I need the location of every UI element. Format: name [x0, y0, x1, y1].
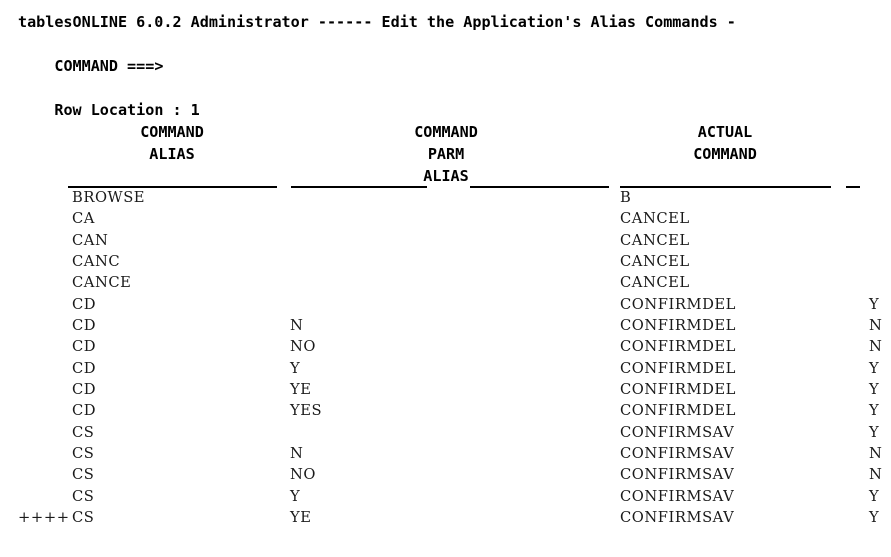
- table-row[interactable]: CS N CONFIRMSAV N: [18, 443, 891, 464]
- cell-command-alias[interactable]: CA: [72, 208, 95, 229]
- cell-command-alias[interactable]: CANC: [72, 251, 120, 272]
- cell-command-alias[interactable]: CD: [72, 379, 96, 400]
- table-row[interactable]: ++++ CS YE CONFIRMSAV Y: [18, 507, 891, 528]
- cell-command-parm-alias[interactable]: YE: [290, 379, 312, 400]
- panel-title-line: tablesONLINE 6.0.2 Administrator ------ …: [18, 13, 736, 31]
- column-header-command-alias: ALIAS: [149, 145, 195, 163]
- cell-actual-command[interactable]: CONFIRMSAV: [620, 486, 734, 507]
- command-prompt-label: COMMAND ===>: [54, 56, 164, 75]
- row-marker: ++++: [18, 509, 70, 527]
- cell-command-alias[interactable]: CS: [72, 464, 94, 485]
- cell-flag[interactable]: Y: [869, 422, 879, 443]
- cell-command-parm-alias[interactable]: N: [290, 315, 303, 336]
- cell-actual-command[interactable]: CONFIRMDEL: [620, 379, 736, 400]
- cell-command-alias[interactable]: CD: [72, 336, 96, 357]
- cell-flag[interactable]: N: [869, 315, 882, 336]
- column-header-line-2: ALIAS PARM COMMAND: [0, 144, 891, 166]
- cell-actual-command[interactable]: CONFIRMDEL: [620, 336, 736, 357]
- cell-actual-command[interactable]: CANCEL: [620, 208, 690, 229]
- table-row[interactable]: CANC CANCEL: [18, 251, 891, 272]
- cell-actual-command[interactable]: CANCEL: [620, 251, 690, 272]
- cell-actual-command[interactable]: CANCEL: [620, 230, 690, 251]
- table-row[interactable]: CS CONFIRMSAV Y: [18, 422, 891, 443]
- cell-command-parm-alias[interactable]: YE: [290, 507, 312, 528]
- cell-command-parm-alias[interactable]: NO: [290, 464, 316, 485]
- cell-command-parm-alias[interactable]: YES: [290, 400, 322, 421]
- column-header-line-1: COMMAND COMMAND ACTUAL: [0, 122, 891, 144]
- table-row[interactable]: BROWSE B: [18, 187, 891, 208]
- table-row[interactable]: CA CANCEL: [18, 208, 891, 229]
- cell-flag[interactable]: N: [869, 464, 882, 485]
- cell-flag[interactable]: Y: [869, 358, 879, 379]
- table-row[interactable]: CS NO CONFIRMSAV N: [18, 464, 891, 485]
- cell-actual-command[interactable]: CONFIRMDEL: [620, 400, 736, 421]
- cell-flag[interactable]: N: [869, 443, 882, 464]
- table-row[interactable]: CD YE CONFIRMDEL Y: [18, 379, 891, 400]
- cell-actual-command[interactable]: CONFIRMSAV: [620, 443, 734, 464]
- cell-command-alias[interactable]: CS: [72, 507, 94, 528]
- cell-command-alias[interactable]: CD: [72, 400, 96, 421]
- column-header-actual-command: ACTUAL: [697, 123, 753, 141]
- row-location-indicator: Row Location : 1: [18, 78, 891, 119]
- cell-command-parm-alias[interactable]: Y: [290, 358, 300, 379]
- column-header-command-alias: COMMAND: [140, 123, 204, 141]
- row-location-text: Row Location : 1: [54, 100, 200, 119]
- column-header-command-parm-alias: PARM: [427, 145, 465, 163]
- table-row[interactable]: CS Y CONFIRMSAV Y: [18, 486, 891, 507]
- cell-command-alias[interactable]: CS: [72, 486, 94, 507]
- cell-command-alias[interactable]: CANCE: [72, 272, 131, 293]
- cell-actual-command[interactable]: CONFIRMSAV: [620, 422, 734, 443]
- table-row[interactable]: CANCE CANCEL: [18, 272, 891, 293]
- column-header-command-parm-alias: COMMAND: [414, 123, 478, 141]
- cell-command-alias[interactable]: BROWSE: [72, 187, 145, 208]
- cell-flag[interactable]: N: [869, 336, 882, 357]
- cell-command-alias[interactable]: CAN: [72, 230, 108, 251]
- cell-flag[interactable]: Y: [869, 379, 879, 400]
- cell-command-parm-alias[interactable]: NO: [290, 336, 316, 357]
- table-row[interactable]: CD CONFIRMDEL Y: [18, 294, 891, 315]
- cell-command-alias[interactable]: CS: [72, 422, 94, 443]
- cell-command-alias[interactable]: CS: [72, 443, 94, 464]
- cell-command-alias[interactable]: CD: [72, 315, 96, 336]
- table-row[interactable]: CD N CONFIRMDEL N: [18, 315, 891, 336]
- cell-actual-command[interactable]: B: [620, 187, 631, 208]
- cell-flag[interactable]: Y: [869, 294, 879, 315]
- cell-actual-command[interactable]: CONFIRMDEL: [620, 294, 736, 315]
- cell-flag[interactable]: Y: [869, 400, 879, 421]
- command-prompt-line[interactable]: COMMAND ===>: [18, 34, 891, 75]
- cell-flag[interactable]: Y: [869, 486, 879, 507]
- table-row[interactable]: CD Y CONFIRMDEL Y: [18, 358, 891, 379]
- table-row[interactable]: CD NO CONFIRMDEL N: [18, 336, 891, 357]
- cell-command-parm-alias[interactable]: Y: [290, 486, 300, 507]
- alias-command-table: BROWSE B CA CANCEL CAN CANCEL CANC CANCEL CANCE C…: [18, 187, 891, 529]
- cell-actual-command[interactable]: CONFIRMSAV: [620, 464, 734, 485]
- cell-flag[interactable]: Y: [869, 507, 879, 528]
- column-header-actual-command: COMMAND: [693, 145, 757, 163]
- table-row[interactable]: CAN CANCEL: [18, 230, 891, 251]
- table-row[interactable]: CD YES CONFIRMDEL Y: [18, 400, 891, 421]
- terminal-screen: tablesONLINE 6.0.2 Administrator ------ …: [0, 0, 891, 557]
- cell-command-alias[interactable]: CD: [72, 358, 96, 379]
- cell-actual-command[interactable]: CONFIRMDEL: [620, 358, 736, 379]
- cell-command-alias[interactable]: CD: [72, 294, 96, 315]
- cell-actual-command[interactable]: CONFIRMSAV: [620, 507, 734, 528]
- cell-actual-command[interactable]: CANCEL: [620, 272, 690, 293]
- cell-command-parm-alias[interactable]: N: [290, 443, 303, 464]
- cell-actual-command[interactable]: CONFIRMDEL: [620, 315, 736, 336]
